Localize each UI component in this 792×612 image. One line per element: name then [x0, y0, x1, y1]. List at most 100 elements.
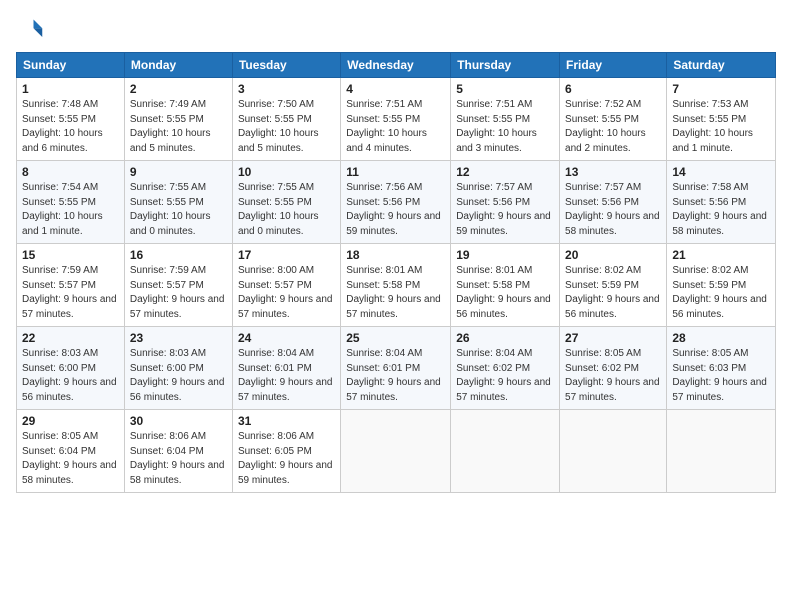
day-info: Sunrise: 8:06 AMSunset: 6:04 PMDaylight:… — [130, 430, 227, 488]
day-info: Sunrise: 8:05 AMSunset: 6:04 PMDaylight:… — [22, 430, 119, 488]
week-row-1: 1 Sunrise: 7:48 AMSunset: 5:55 PMDaylight… — [17, 78, 776, 161]
day-number: 6 — [565, 82, 661, 96]
day-info: Sunrise: 8:04 AMSunset: 6:02 PMDaylight:… — [456, 347, 554, 405]
day-cell-19: 19 Sunrise: 8:01 AMSunset: 5:58 PMDayligh… — [451, 244, 560, 327]
logo-icon — [16, 16, 44, 44]
day-cell-22: 22 Sunrise: 8:03 AMSunset: 6:00 PMDayligh… — [17, 327, 125, 410]
weekday-header-saturday: Saturday — [667, 53, 776, 78]
week-row-4: 22 Sunrise: 8:03 AMSunset: 6:00 PMDayligh… — [17, 327, 776, 410]
day-info: Sunrise: 8:05 AMSunset: 6:03 PMDaylight:… — [672, 347, 770, 405]
day-cell-3: 3Sunrise: 7:50 AMSunset: 5:55 PMDaylight… — [232, 78, 340, 161]
weekday-header-thursday: Thursday — [451, 53, 560, 78]
day-number: 7 — [672, 82, 770, 96]
day-number: 10 — [238, 165, 335, 179]
day-cell-30: 30Sunrise: 8:06 AMSunset: 6:04 PMDayligh… — [124, 410, 232, 493]
day-cell-25: 25Sunrise: 8:04 AMSunset: 6:01 PMDayligh… — [341, 327, 451, 410]
empty-cell — [341, 410, 451, 493]
day-cell-7: 7Sunrise: 7:53 AMSunset: 5:55 PMDaylight… — [667, 78, 776, 161]
day-number: 21 — [672, 248, 770, 262]
day-cell-2: 2Sunrise: 7:49 AMSunset: 5:55 PMDaylight… — [124, 78, 232, 161]
day-number: 19 — [456, 248, 554, 262]
day-number: 27 — [565, 331, 661, 345]
weekday-header-tuesday: Tuesday — [232, 53, 340, 78]
day-cell-18: 18 Sunrise: 8:01 AMSunset: 5:58 PMDayligh… — [341, 244, 451, 327]
day-info: Sunrise: 7:58 AMSunset: 5:56 PMDaylight:… — [672, 181, 770, 239]
day-cell-1: 1 Sunrise: 7:48 AMSunset: 5:55 PMDaylight… — [17, 78, 125, 161]
day-info: Sunrise: 7:51 AMSunset: 5:55 PMDaylight:… — [346, 98, 445, 156]
day-number: 4 — [346, 82, 445, 96]
day-cell-17: 17Sunrise: 8:00 AMSunset: 5:57 PMDayligh… — [232, 244, 340, 327]
day-cell-5: 5 Sunrise: 7:51 AMSunset: 5:55 PMDaylight… — [451, 78, 560, 161]
day-number: 29 — [22, 414, 119, 428]
day-number: 5 — [456, 82, 554, 96]
calendar-table: SundayMondayTuesdayWednesdayThursdayFrid… — [16, 52, 776, 493]
day-cell-14: 14 Sunrise: 7:58 AMSunset: 5:56 PMDayligh… — [667, 161, 776, 244]
day-cell-8: 8Sunrise: 7:54 AMSunset: 5:55 PMDaylight… — [17, 161, 125, 244]
day-info: Sunrise: 8:02 AMSunset: 5:59 PMDaylight:… — [672, 264, 770, 322]
day-info: Sunrise: 7:54 AMSunset: 5:55 PMDaylight:… — [22, 181, 119, 239]
day-number: 23 — [130, 331, 227, 345]
weekday-header-friday: Friday — [560, 53, 667, 78]
week-row-2: 8Sunrise: 7:54 AMSunset: 5:55 PMDaylight… — [17, 161, 776, 244]
day-number: 24 — [238, 331, 335, 345]
day-info: Sunrise: 7:59 AMSunset: 5:57 PMDaylight:… — [22, 264, 119, 322]
day-number: 1 — [22, 82, 119, 96]
weekday-header-sunday: Sunday — [17, 53, 125, 78]
day-number: 11 — [346, 165, 445, 179]
day-info: Sunrise: 7:59 AMSunset: 5:57 PMDaylight:… — [130, 264, 227, 322]
day-cell-4: 4 Sunrise: 7:51 AMSunset: 5:55 PMDaylight… — [341, 78, 451, 161]
day-info: Sunrise: 7:52 AMSunset: 5:55 PMDaylight:… — [565, 98, 661, 156]
day-info: Sunrise: 7:50 AMSunset: 5:55 PMDaylight:… — [238, 98, 335, 156]
day-info: Sunrise: 8:03 AMSunset: 6:00 PMDaylight:… — [22, 347, 119, 405]
day-info: Sunrise: 8:04 AMSunset: 6:01 PMDaylight:… — [346, 347, 445, 405]
day-number: 17 — [238, 248, 335, 262]
day-number: 20 — [565, 248, 661, 262]
day-number: 31 — [238, 414, 335, 428]
day-cell-9: 9 Sunrise: 7:55 AMSunset: 5:55 PMDaylight… — [124, 161, 232, 244]
day-cell-13: 13 Sunrise: 7:57 AMSunset: 5:56 PMDayligh… — [560, 161, 667, 244]
day-info: Sunrise: 7:55 AMSunset: 5:55 PMDaylight:… — [130, 181, 227, 239]
day-cell-24: 24Sunrise: 8:04 AMSunset: 6:01 PMDayligh… — [232, 327, 340, 410]
day-info: Sunrise: 8:06 AMSunset: 6:05 PMDaylight:… — [238, 430, 335, 488]
day-cell-6: 6 Sunrise: 7:52 AMSunset: 5:55 PMDaylight… — [560, 78, 667, 161]
day-cell-27: 27 Sunrise: 8:05 AMSunset: 6:02 PMDayligh… — [560, 327, 667, 410]
page: SundayMondayTuesdayWednesdayThursdayFrid… — [0, 0, 792, 612]
day-cell-16: 16 Sunrise: 7:59 AMSunset: 5:57 PMDayligh… — [124, 244, 232, 327]
day-number: 13 — [565, 165, 661, 179]
day-cell-21: 21 Sunrise: 8:02 AMSunset: 5:59 PMDayligh… — [667, 244, 776, 327]
empty-cell — [560, 410, 667, 493]
day-cell-11: 11 Sunrise: 7:56 AMSunset: 5:56 PMDayligh… — [341, 161, 451, 244]
weekday-header-wednesday: Wednesday — [341, 53, 451, 78]
day-cell-23: 23Sunrise: 8:03 AMSunset: 6:00 PMDayligh… — [124, 327, 232, 410]
empty-cell — [451, 410, 560, 493]
weekday-header-monday: Monday — [124, 53, 232, 78]
day-info: Sunrise: 7:57 AMSunset: 5:56 PMDaylight:… — [565, 181, 661, 239]
day-cell-28: 28 Sunrise: 8:05 AMSunset: 6:03 PMDayligh… — [667, 327, 776, 410]
day-info: Sunrise: 7:48 AMSunset: 5:55 PMDaylight:… — [22, 98, 119, 156]
day-cell-10: 10 Sunrise: 7:55 AMSunset: 5:55 PMDayligh… — [232, 161, 340, 244]
day-number: 26 — [456, 331, 554, 345]
day-cell-12: 12Sunrise: 7:57 AMSunset: 5:56 PMDayligh… — [451, 161, 560, 244]
day-number: 16 — [130, 248, 227, 262]
day-cell-26: 26 Sunrise: 8:04 AMSunset: 6:02 PMDayligh… — [451, 327, 560, 410]
logo — [16, 16, 48, 44]
day-number: 9 — [130, 165, 227, 179]
day-number: 15 — [22, 248, 119, 262]
day-number: 28 — [672, 331, 770, 345]
day-number: 22 — [22, 331, 119, 345]
day-info: Sunrise: 7:55 AMSunset: 5:55 PMDaylight:… — [238, 181, 335, 239]
empty-cell — [667, 410, 776, 493]
day-info: Sunrise: 7:49 AMSunset: 5:55 PMDaylight:… — [130, 98, 227, 156]
day-info: Sunrise: 8:05 AMSunset: 6:02 PMDaylight:… — [565, 347, 661, 405]
day-info: Sunrise: 7:51 AMSunset: 5:55 PMDaylight:… — [456, 98, 554, 156]
day-number: 18 — [346, 248, 445, 262]
header — [16, 16, 776, 44]
day-info: Sunrise: 8:02 AMSunset: 5:59 PMDaylight:… — [565, 264, 661, 322]
day-number: 14 — [672, 165, 770, 179]
day-info: Sunrise: 7:56 AMSunset: 5:56 PMDaylight:… — [346, 181, 445, 239]
day-cell-31: 31 Sunrise: 8:06 AMSunset: 6:05 PMDayligh… — [232, 410, 340, 493]
day-cell-20: 20 Sunrise: 8:02 AMSunset: 5:59 PMDayligh… — [560, 244, 667, 327]
day-cell-29: 29 Sunrise: 8:05 AMSunset: 6:04 PMDayligh… — [17, 410, 125, 493]
day-info: Sunrise: 8:01 AMSunset: 5:58 PMDaylight:… — [346, 264, 445, 322]
day-info: Sunrise: 8:01 AMSunset: 5:58 PMDaylight:… — [456, 264, 554, 322]
